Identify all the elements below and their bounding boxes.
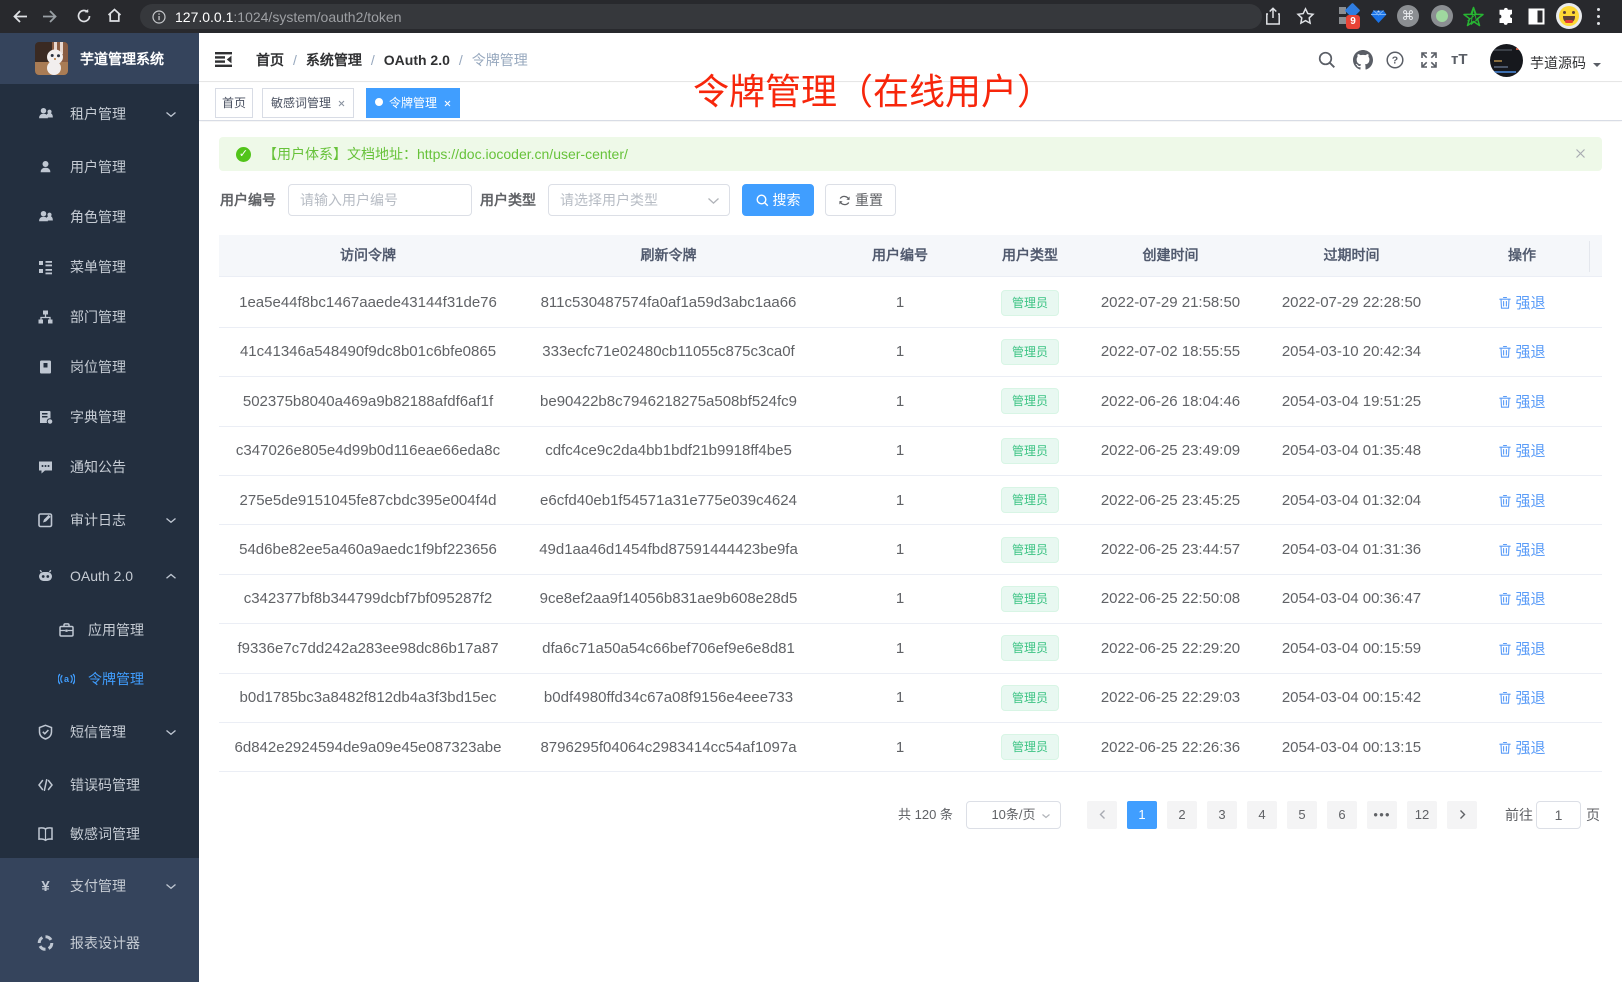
svg-text:¥: ¥: [41, 878, 50, 895]
svg-text:?: ?: [1392, 55, 1398, 67]
svg-text:a: a: [64, 674, 70, 684]
